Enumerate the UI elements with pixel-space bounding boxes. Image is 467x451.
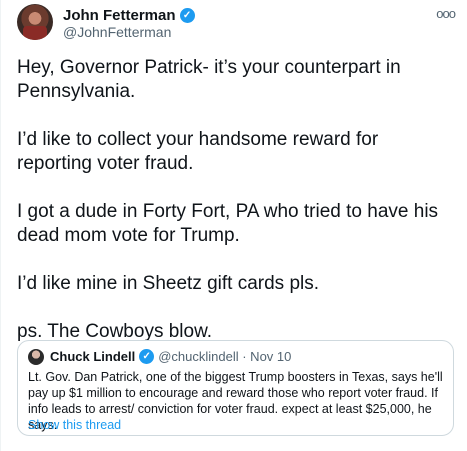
tweet-paragraph: Hey, Governor Patrick- it’s your counter…	[17, 57, 401, 102]
author-handle[interactable]: @JohnFetterman	[63, 24, 171, 40]
author-display-name[interactable]: John Fetterman	[63, 7, 176, 24]
author-name-row: John Fetterman ✓	[63, 7, 195, 24]
verified-badge-icon: ✓	[179, 8, 195, 23]
quoted-author-name: Chuck Lindell	[50, 349, 136, 364]
tweet-paragraph: I’d like mine in Sheetz gift cards pls.	[17, 273, 320, 294]
tweet-paragraph: I’d like to collect your handsome reward…	[17, 129, 379, 174]
quoted-author-meta: @chucklindell · Nov 10	[158, 349, 292, 364]
quoted-tweet-header: Chuck Lindell ✓ @chucklindell · Nov 10	[50, 349, 291, 364]
verified-badge-icon: ✓	[139, 349, 155, 364]
tweet-text: Hey, Governor Patrick- it’s your counter…	[17, 56, 457, 368]
quoted-author-avatar	[28, 349, 44, 365]
tweet-paragraph: I got a dude in Forty Fort, PA who tried…	[17, 201, 439, 246]
more-icon[interactable]: ooo	[436, 6, 456, 21]
tweet-card: John Fetterman ✓ @JohnFetterman ooo Hey,…	[0, 0, 467, 451]
show-thread-link[interactable]: Show this thread	[28, 418, 121, 432]
quoted-tweet[interactable]: Chuck Lindell ✓ @chucklindell · Nov 10 L…	[17, 340, 454, 436]
author-avatar[interactable]	[17, 4, 53, 40]
